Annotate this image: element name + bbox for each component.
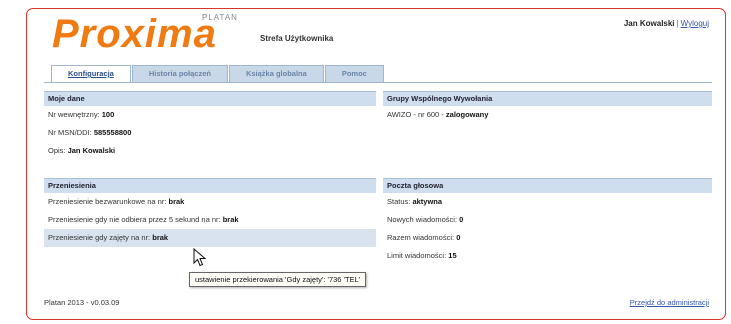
logout-link[interactable]: Wyloguj xyxy=(681,19,709,28)
app-subtitle: Strefa Użytkownika xyxy=(260,34,334,43)
row-status: Status: aktywna xyxy=(383,193,712,211)
row-label: Razem wiadomości: xyxy=(387,233,457,242)
section-przeniesienia-title: Przeniesienia xyxy=(44,178,376,193)
row-przeniesienie-zajety[interactable]: Przeniesienie gdy zajęty na nr: brak xyxy=(44,229,376,247)
tab-bar: Konfiguracja Historia połączeń Książka g… xyxy=(51,65,385,83)
row-label: Limit wiadomości: xyxy=(387,251,449,260)
row-value: zalogowany xyxy=(445,110,489,119)
row-label: Przeniesienie gdy nie odbiera przez 5 se… xyxy=(48,215,223,224)
row-value: brak xyxy=(222,215,239,224)
row-value: aktywna xyxy=(412,197,443,206)
tab-historia-polaczen[interactable]: Historia połączeń xyxy=(131,65,228,82)
tab-konfiguracja[interactable]: Konfiguracja xyxy=(51,65,131,83)
row-value: 15 xyxy=(448,251,457,260)
mouse-pointer-icon xyxy=(193,248,207,267)
tab-ksiazka-globalna[interactable]: Książka globalna xyxy=(228,65,324,82)
version-label: Platan 2013 - v0.03.09 xyxy=(44,298,120,307)
row-value: brak xyxy=(152,233,169,242)
row-nowych-wiadomosci: Nowych wiadomości: 0 xyxy=(383,211,712,229)
section-moje-dane-title: Moje dane xyxy=(44,91,376,106)
user-area: Jan Kowalski | Wyloguj xyxy=(624,19,709,28)
row-label: AWIZO - nr 600 - xyxy=(387,110,446,119)
row-label: Przeniesienie gdy zajęty na nr: xyxy=(48,233,153,242)
row-label: Nr wewnętrzny: xyxy=(48,110,102,119)
row-label: Przeniesienie bezwarunkowe na nr: xyxy=(48,197,169,206)
section-grupy-title: Grupy Wspólnego Wywołania xyxy=(383,91,712,106)
row-nr-wewnetrzny: Nr wewnętrzny: 100 xyxy=(44,106,376,124)
row-label: Nowych wiadomości: xyxy=(387,215,460,224)
row-value: brak xyxy=(168,197,185,206)
tab-content: Moje dane Nr wewnętrzny: 100 Nr MSN/DDI:… xyxy=(44,82,712,297)
row-opis: Opis: Jan Kowalski xyxy=(44,142,376,160)
section-poczta-title: Poczta głosowa xyxy=(383,178,712,193)
row-value: Jan Kowalski xyxy=(67,146,116,155)
user-name: Jan Kowalski xyxy=(623,19,675,28)
right-column: Grupy Wspólnego Wywołania AWIZO - nr 600… xyxy=(383,91,712,265)
row-limit-wiadomosci: Limit wiadomości: 15 xyxy=(383,247,712,265)
user-separator: | xyxy=(676,19,679,28)
row-value: 0 xyxy=(456,233,461,242)
platan-logo-sub: PLATAN xyxy=(202,13,238,22)
tab-pomoc[interactable]: Pomoc xyxy=(324,65,384,82)
app-frame: Proxima PLATAN Strefa Użytkownika Jan Ko… xyxy=(26,8,726,320)
row-value: 100 xyxy=(101,110,115,119)
row-przeniesienie-bezwarunkowe[interactable]: Przeniesienie bezwarunkowe na nr: brak xyxy=(44,193,376,211)
brand: Proxima PLATAN xyxy=(52,12,237,56)
row-label: Status: xyxy=(387,197,413,206)
admin-link[interactable]: Przejdź do administracji xyxy=(630,298,709,307)
row-przeniesienie-nie-odbiera[interactable]: Przeniesienie gdy nie odbiera przez 5 se… xyxy=(44,211,376,229)
row-label: Nr MSN/DDI: xyxy=(48,128,94,137)
row-value: 585558800 xyxy=(93,128,132,137)
left-column: Moje dane Nr wewnętrzny: 100 Nr MSN/DDI:… xyxy=(44,91,376,247)
row-label: Opis: xyxy=(48,146,68,155)
tooltip: ustawienie przekierowania 'Gdy zajęty': … xyxy=(189,272,367,287)
row-value: 0 xyxy=(459,215,464,224)
proxima-logo: Proxima xyxy=(52,12,217,56)
row-awizo: AWIZO - nr 600 - zalogowany xyxy=(383,106,712,124)
row-razem-wiadomosci: Razem wiadomości: 0 xyxy=(383,229,712,247)
row-nr-msn-ddi: Nr MSN/DDI: 585558800 xyxy=(44,124,376,142)
